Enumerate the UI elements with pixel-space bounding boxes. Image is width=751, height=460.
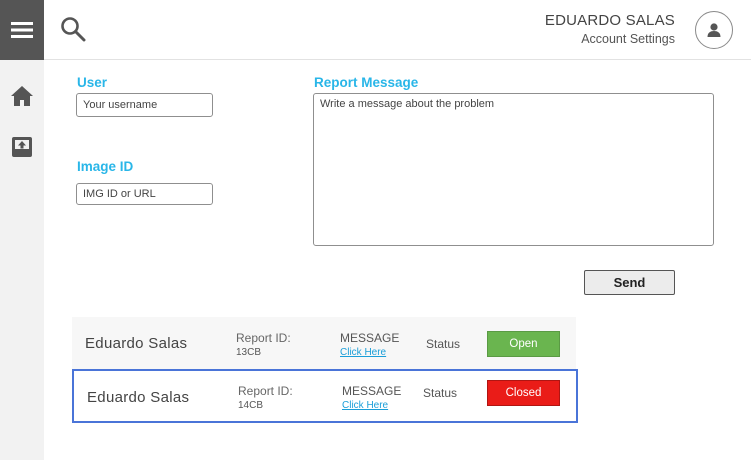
report-user-name: Eduardo Salas	[85, 335, 188, 352]
top-header: EDUARDO SALAS Account Settings	[44, 0, 751, 60]
report-id-value: 14CB	[238, 400, 264, 411]
report-message-label: MESSAGE	[342, 384, 402, 398]
home-button[interactable]	[9, 83, 35, 109]
send-button[interactable]: Send	[584, 270, 675, 295]
account-settings-link[interactable]: Account Settings	[581, 32, 675, 46]
report-click-here-link[interactable]: Click Here	[342, 400, 388, 411]
report-click-here-link[interactable]: Click Here	[340, 347, 386, 358]
report-user-name: Eduardo Salas	[87, 389, 190, 406]
avatar[interactable]	[695, 11, 733, 49]
search-icon[interactable]	[60, 16, 86, 42]
report-status-label: Status	[423, 386, 458, 400]
username-input[interactable]	[76, 93, 213, 117]
header-user-name: EDUARDO SALAS	[544, 12, 675, 29]
report-id-value: 13CB	[236, 347, 262, 358]
report-id-label: Report ID:	[236, 331, 291, 345]
report-row[interactable]: Eduardo Salas Report ID: 13CB MESSAGE Cl…	[72, 317, 576, 369]
home-icon	[11, 86, 33, 106]
user-icon	[707, 23, 721, 37]
upload-icon	[12, 137, 32, 157]
image-id-label: Image ID	[77, 159, 134, 174]
upload-button[interactable]	[9, 134, 35, 160]
menu-icon	[11, 22, 33, 38]
status-badge-closed[interactable]: Closed	[487, 380, 560, 406]
sidebar	[0, 0, 44, 460]
report-message-label: Report Message	[314, 75, 419, 90]
status-badge-open[interactable]: Open	[487, 331, 560, 357]
report-message-textarea[interactable]	[313, 93, 714, 246]
menu-button[interactable]	[0, 0, 44, 60]
image-id-input[interactable]	[76, 183, 213, 205]
report-message-label: MESSAGE	[340, 331, 400, 345]
report-id-label: Report ID:	[238, 384, 293, 398]
user-label: User	[77, 75, 108, 90]
report-status-label: Status	[426, 337, 461, 351]
report-row-selected[interactable]: Eduardo Salas Report ID: 14CB MESSAGE Cl…	[72, 369, 578, 423]
